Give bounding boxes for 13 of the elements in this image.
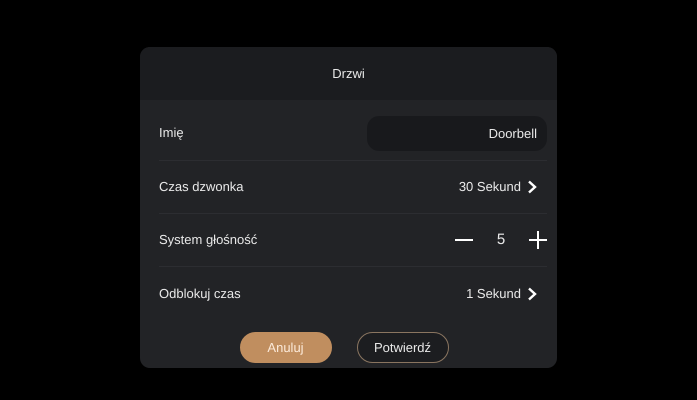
plus-icon[interactable]: [529, 231, 547, 249]
chevron-right-icon[interactable]: [527, 180, 537, 194]
chevron-right-icon[interactable]: [527, 286, 537, 300]
setting-label: Odblokuj czas: [159, 284, 241, 303]
setting-label: System głośność: [159, 231, 258, 250]
name-field[interactable]: Doorbell: [367, 116, 547, 150]
setting-label: Czas dzwonka: [159, 178, 244, 196]
confirm-button[interactable]: Potwierdź: [356, 332, 448, 363]
setting-value: 1 Sekund: [466, 284, 521, 303]
setting-label: Imię: [159, 124, 184, 142]
volume-value: 5: [496, 230, 506, 250]
dialog-title: Drzwi: [332, 64, 365, 83]
setting-value: 30 Sekund: [458, 178, 521, 196]
